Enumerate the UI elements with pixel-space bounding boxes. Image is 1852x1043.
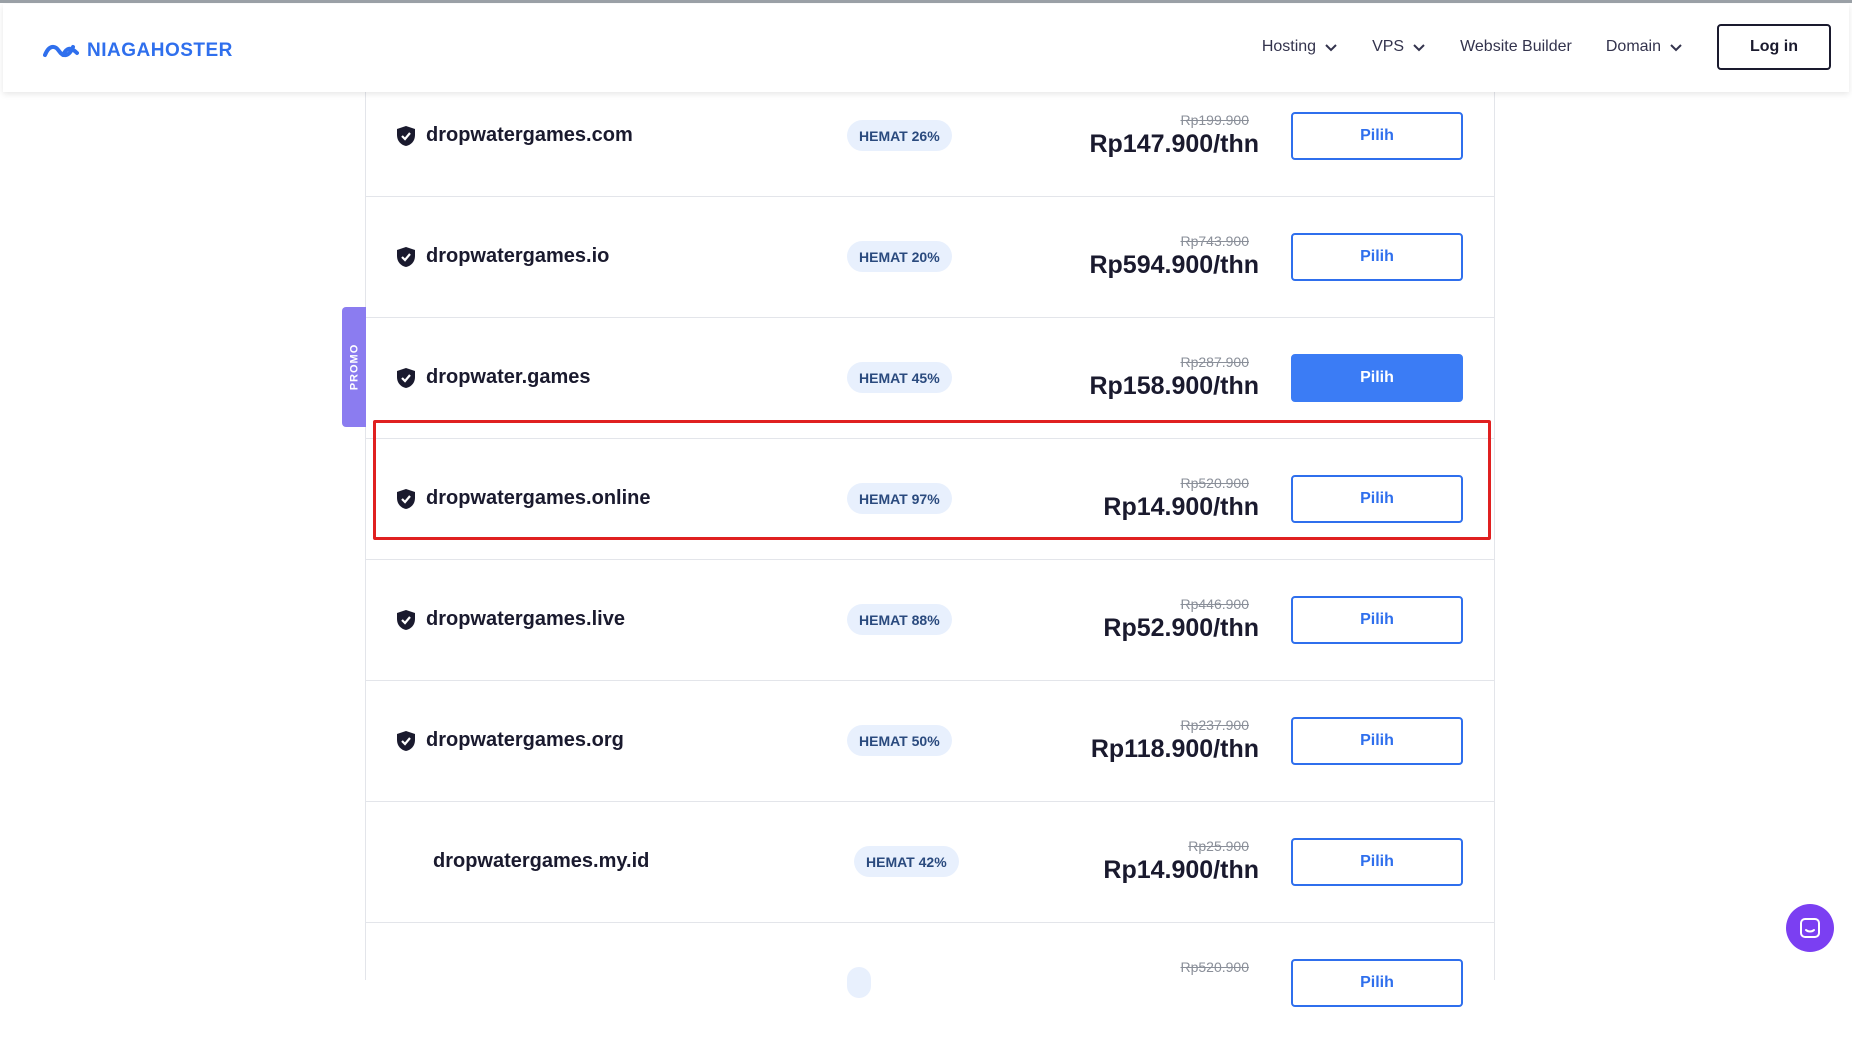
price: Rp594.900/thn (1089, 251, 1259, 279)
chevron-down-icon (1413, 44, 1425, 52)
old-price: Rp199.900 (1180, 112, 1249, 128)
login-button[interactable]: Log in (1717, 24, 1831, 70)
domain-row: dropwatergames.io HEMAT 20% Rp743.900 Rp… (366, 196, 1494, 318)
pilih-button[interactable]: Pilih (1291, 233, 1463, 281)
price: Rp14.900/thn (1103, 493, 1259, 521)
domain-row: Rp520.900 Pilih (366, 922, 1494, 1043)
price: Rp147.900/thn (1089, 130, 1259, 158)
domain-row: dropwatergames.org HEMAT 50% Rp237.900 R… (366, 680, 1494, 802)
shield-check-icon (397, 368, 415, 388)
domain-name: dropwatergames.org (426, 729, 624, 751)
old-price: Rp237.900 (1180, 717, 1249, 733)
domain-row: dropwater.games HEMAT 45% Rp287.900 Rp15… (366, 317, 1494, 439)
old-price: Rp446.900 (1180, 596, 1249, 612)
brand-logo[interactable]: NIAGAHOSTER (43, 40, 233, 62)
shield-check-icon (397, 610, 415, 630)
discount-badge: HEMAT 88% (847, 604, 952, 635)
domain-row: dropwatergames.my.id HEMAT 42% Rp25.900 … (366, 801, 1494, 923)
domain-name: dropwatergames.io (426, 245, 610, 267)
discount-badge: HEMAT 50% (847, 725, 952, 756)
nav-domain-label: Domain (1605, 38, 1661, 55)
main-nav: Hosting VPS Website Builder Domain Log i… (1262, 24, 1831, 70)
domain-name: dropwatergames.live (426, 608, 625, 630)
price: Rp118.900/thn (1090, 735, 1259, 763)
nav-vps[interactable]: VPS (1372, 38, 1426, 56)
old-price: Rp520.900 (1180, 959, 1249, 975)
discount-badge: HEMAT 45% (847, 362, 952, 393)
domain-name: dropwatergames.online (426, 487, 651, 509)
old-price: Rp25.900 (1188, 838, 1249, 854)
nav-hosting-label: Hosting (1261, 38, 1317, 55)
nav-vps-label: VPS (1372, 38, 1405, 55)
old-price: Rp520.900 (1180, 475, 1249, 491)
domain-name: dropwatergames.com (426, 124, 633, 146)
promo-tab: PROMO (342, 307, 366, 427)
discount-badge: HEMAT 97% (847, 483, 952, 514)
site-header: NIAGAHOSTER Hosting VPS Website Builder … (3, 4, 1849, 92)
domain-name: dropwatergames.my.id (433, 850, 650, 872)
discount-badge: HEMAT 42% (854, 846, 959, 877)
chat-icon (1800, 918, 1820, 938)
old-price: Rp743.900 (1180, 233, 1249, 249)
pilih-button[interactable]: Pilih (1291, 717, 1463, 765)
pilih-button[interactable]: Pilih (1291, 596, 1463, 644)
pilih-button[interactable]: Pilih (1291, 959, 1463, 1007)
price: Rp158.900/thn (1089, 372, 1259, 400)
browser-top-strip (0, 0, 1852, 3)
shield-check-icon (397, 489, 415, 509)
price: Rp14.900/thn (1103, 856, 1259, 884)
old-price: Rp287.900 (1180, 354, 1249, 370)
chevron-down-icon (1325, 44, 1337, 52)
price: Rp52.900/thn (1103, 614, 1259, 642)
chat-button[interactable] (1786, 904, 1834, 952)
niagahoster-logo-icon (43, 44, 79, 58)
discount-badge: HEMAT 20% (847, 241, 952, 272)
pilih-button[interactable]: Pilih (1291, 475, 1463, 523)
domain-row: dropwatergames.live HEMAT 88% Rp446.900 … (366, 559, 1494, 681)
discount-badge: HEMAT 26% (847, 120, 952, 151)
domain-name: dropwater.games (426, 366, 591, 388)
shield-check-icon (397, 247, 415, 267)
shield-check-icon (397, 126, 415, 146)
promo-label: PROMO (348, 343, 360, 391)
domain-results-list: dropwatergames.com HEMAT 26% Rp199.900 R… (365, 80, 1495, 1007)
nav-hosting[interactable]: Hosting (1262, 38, 1338, 56)
discount-badge (847, 967, 871, 998)
pilih-button[interactable]: Pilih (1291, 354, 1463, 402)
domain-row: dropwatergames.online HEMAT 97% Rp520.90… (366, 438, 1494, 560)
shield-check-icon (397, 731, 415, 751)
domain-row: dropwatergames.com HEMAT 26% Rp199.900 R… (366, 75, 1494, 197)
brand-name: NIAGAHOSTER (87, 40, 233, 61)
nav-website-builder-label: Website Builder (1460, 38, 1572, 55)
nav-website-builder[interactable]: Website Builder (1460, 38, 1572, 56)
pilih-button[interactable]: Pilih (1291, 112, 1463, 160)
chevron-down-icon (1670, 44, 1682, 52)
nav-domain[interactable]: Domain (1606, 38, 1683, 56)
pilih-button[interactable]: Pilih (1291, 838, 1463, 886)
